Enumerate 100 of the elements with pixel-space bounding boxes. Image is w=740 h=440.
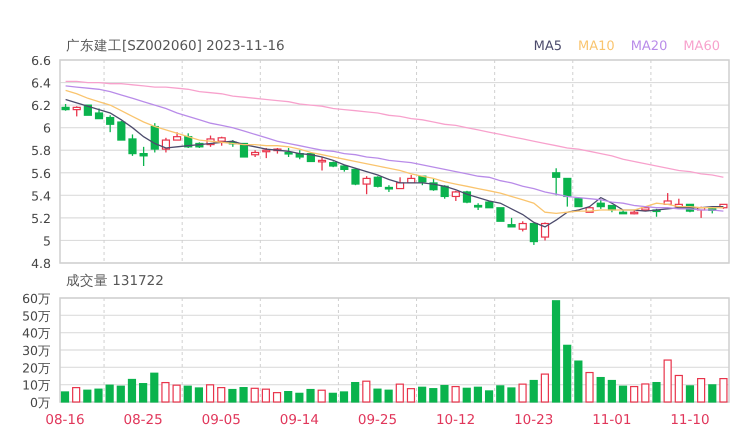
volume-bar: [172, 384, 181, 403]
volume-bar: [474, 386, 482, 403]
axis-label: 5.6: [31, 166, 51, 181]
volume-bar: [250, 388, 259, 403]
candlestick: [452, 190, 460, 201]
candlestick: [596, 200, 605, 209]
candlestick: [240, 142, 248, 158]
volume-bar: [94, 388, 103, 403]
candlestick: [218, 136, 226, 146]
volume-bar: [206, 384, 214, 403]
date-label: 09-25: [358, 412, 398, 428]
volume-bar: [228, 388, 236, 403]
volume-bar: [328, 392, 337, 403]
volume-bar: [362, 380, 370, 403]
volume-bar: [664, 359, 672, 403]
candlestick: [407, 175, 416, 184]
legend-label: MA10: [578, 38, 615, 54]
candlestick: [641, 207, 650, 212]
candlestick: [117, 120, 126, 141]
volume-bar: [83, 390, 92, 403]
axis-label: 6.4: [31, 76, 51, 91]
volume-bar: [406, 388, 416, 403]
candlestick: [284, 148, 293, 157]
candlestick: [429, 178, 438, 191]
volume-bar: [239, 387, 248, 403]
legend-label: MA60: [683, 38, 720, 54]
axis-label: 30万: [22, 343, 51, 358]
volume-bar: [596, 376, 605, 403]
candlestick: [697, 206, 706, 218]
volume-bar: [351, 382, 360, 403]
axis-label: 6.6: [31, 56, 51, 68]
candlestick: [351, 168, 360, 186]
volume-bar: [608, 380, 616, 403]
volume-bar: [262, 388, 270, 403]
volume-bar: [641, 383, 650, 403]
volume-bar: [574, 360, 582, 403]
volume-bar: [708, 384, 716, 403]
axis-label: 0万: [30, 395, 51, 410]
volume-bar: [686, 385, 694, 403]
volume-bar: [518, 384, 527, 403]
volume-bar: [630, 386, 638, 403]
volume-bar: [139, 383, 148, 403]
candlestick: [552, 168, 560, 196]
candlestick: [618, 210, 628, 214]
axis-label: 5: [43, 233, 51, 248]
candlestick: [630, 210, 638, 214]
candlestick: [140, 146, 148, 166]
axis-label: 5.4: [31, 188, 51, 204]
volume-bar: [217, 387, 226, 403]
date-label: 09-14: [280, 412, 319, 428]
volume-bar: [462, 388, 471, 403]
candlestick: [719, 204, 728, 209]
volume-bar: [72, 387, 80, 403]
candlestick: [474, 203, 482, 210]
date-label: 11-01: [592, 412, 632, 428]
candlestick: [440, 185, 449, 199]
volume-bar: [418, 386, 426, 403]
volume-bar: [161, 382, 170, 403]
volume-bar: [284, 391, 292, 403]
candlestick: [396, 177, 404, 190]
volume-bar: [530, 380, 538, 403]
axis-label: 6.2: [31, 98, 51, 114]
candlestick: [340, 164, 348, 172]
volume-bar: [585, 372, 594, 403]
volume-bar: [719, 378, 728, 403]
volume-bar: [116, 386, 125, 403]
volume-bar: [429, 388, 438, 403]
candlestick: [251, 150, 260, 157]
volume-bar: [396, 384, 404, 403]
candlestick: [184, 133, 192, 148]
legend-label: MA20: [630, 38, 668, 54]
date-label: 08-16: [45, 412, 85, 428]
candlestick: [384, 185, 394, 192]
date-label: 10-12: [436, 412, 476, 428]
candlestick: [608, 204, 616, 212]
candlestick: [318, 157, 326, 171]
legend-label: MA5: [534, 38, 562, 54]
volume-bar: [194, 387, 204, 403]
axis-label: 60万: [22, 292, 51, 306]
volume-bar: [60, 391, 70, 403]
candlestick: [72, 106, 81, 116]
candlestick: [262, 148, 270, 158]
chart-title: 广东建工[SZ002060] 2023-11-16: [66, 37, 285, 55]
axis-label: 40万: [22, 326, 51, 341]
volume-bar: [272, 392, 282, 403]
candlestick: [664, 193, 672, 205]
candlestick: [674, 198, 683, 208]
volume-bar: [496, 385, 504, 403]
axis-label: 6: [43, 120, 51, 136]
candlestick: [150, 123, 159, 152]
candlestick: [418, 176, 426, 186]
volume-bar: [440, 384, 449, 403]
volume-bar: [340, 391, 348, 403]
axis-label: 4.8: [31, 256, 51, 268]
axis-label: 5.2: [31, 210, 51, 226]
date-label: 09-05: [202, 412, 241, 428]
volume-bar: [563, 344, 572, 403]
candlestick: [228, 140, 237, 147]
candlestick: [574, 198, 583, 208]
candlestick: [496, 207, 505, 222]
